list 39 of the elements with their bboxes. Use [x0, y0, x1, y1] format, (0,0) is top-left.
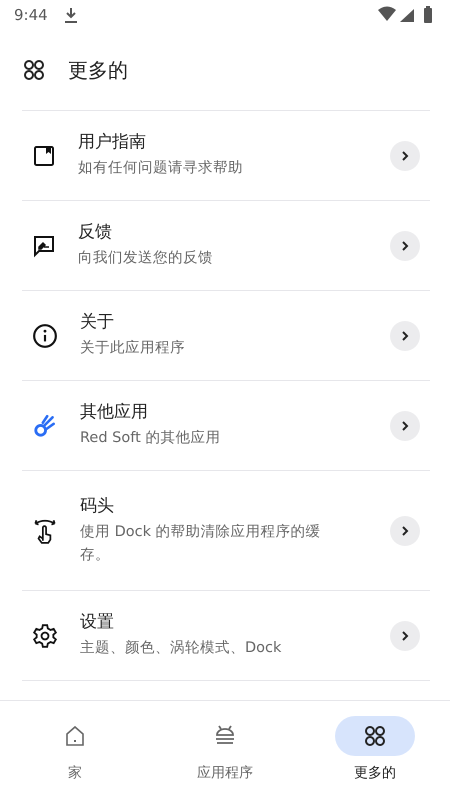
- row-subtitle: 关于此应用程序: [80, 338, 186, 358]
- nav-tab[interactable]: 家: [0, 716, 150, 782]
- row-title: 用户指南: [78, 131, 147, 154]
- grid-icon: [363, 724, 387, 748]
- row-title: 关于: [80, 311, 115, 334]
- settings-icon: [32, 622, 58, 648]
- menu-row[interactable]: 反馈 向我们发送您的反馈: [22, 201, 430, 291]
- feedback-icon: [32, 234, 56, 258]
- chevron-button[interactable]: [390, 516, 420, 546]
- menu-row[interactable]: 用户指南 如有任何问题请寻求帮助: [22, 111, 430, 201]
- home-icon: [63, 724, 87, 748]
- status-icons-drawing: [378, 6, 434, 24]
- row-subtitle: 使用 Dock 的帮助清除应用程序的缓存。: [80, 522, 322, 565]
- chevron-button[interactable]: [390, 320, 420, 350]
- menu-row[interactable]: 其他应用 Red Soft 的其他应用: [22, 381, 430, 471]
- download-icon: [64, 7, 78, 23]
- comet-icon: [32, 412, 58, 438]
- row-title: 反馈: [78, 221, 113, 244]
- nav-tab[interactable]: 应用程序: [150, 716, 300, 782]
- row-title: 其他应用: [80, 401, 149, 424]
- page-title: 更多的: [68, 56, 128, 84]
- nav-tab[interactable]: 更多的: [300, 716, 450, 782]
- menu-row[interactable]: 设置 主题、颜色、涡轮模式、Dock: [22, 591, 430, 681]
- bookmark-book-icon: [32, 144, 56, 168]
- menu-row[interactable]: 码头 使用 Dock 的帮助清除应用程序的缓存。: [22, 471, 430, 591]
- chevron-button[interactable]: [390, 410, 420, 440]
- more-grid-icon: [22, 58, 46, 82]
- row-subtitle: 如有任何问题请寻求帮助: [78, 159, 244, 178]
- chevron-button[interactable]: [390, 620, 420, 650]
- info-icon: [32, 322, 58, 348]
- row-subtitle: 主题、颜色、涡轮模式、Dock: [80, 638, 282, 658]
- row-subtitle: 向我们发送您的反馈: [78, 249, 214, 268]
- chevron-button[interactable]: [390, 140, 420, 170]
- row-subtitle: Red Soft 的其他应用: [80, 428, 222, 448]
- menu-row[interactable]: 关于 关于此应用程序: [22, 291, 430, 381]
- status-time: 9:44: [14, 6, 48, 24]
- chevron-button[interactable]: [390, 230, 420, 260]
- row-title: 设置: [80, 611, 115, 634]
- row-title: 码头: [80, 494, 115, 517]
